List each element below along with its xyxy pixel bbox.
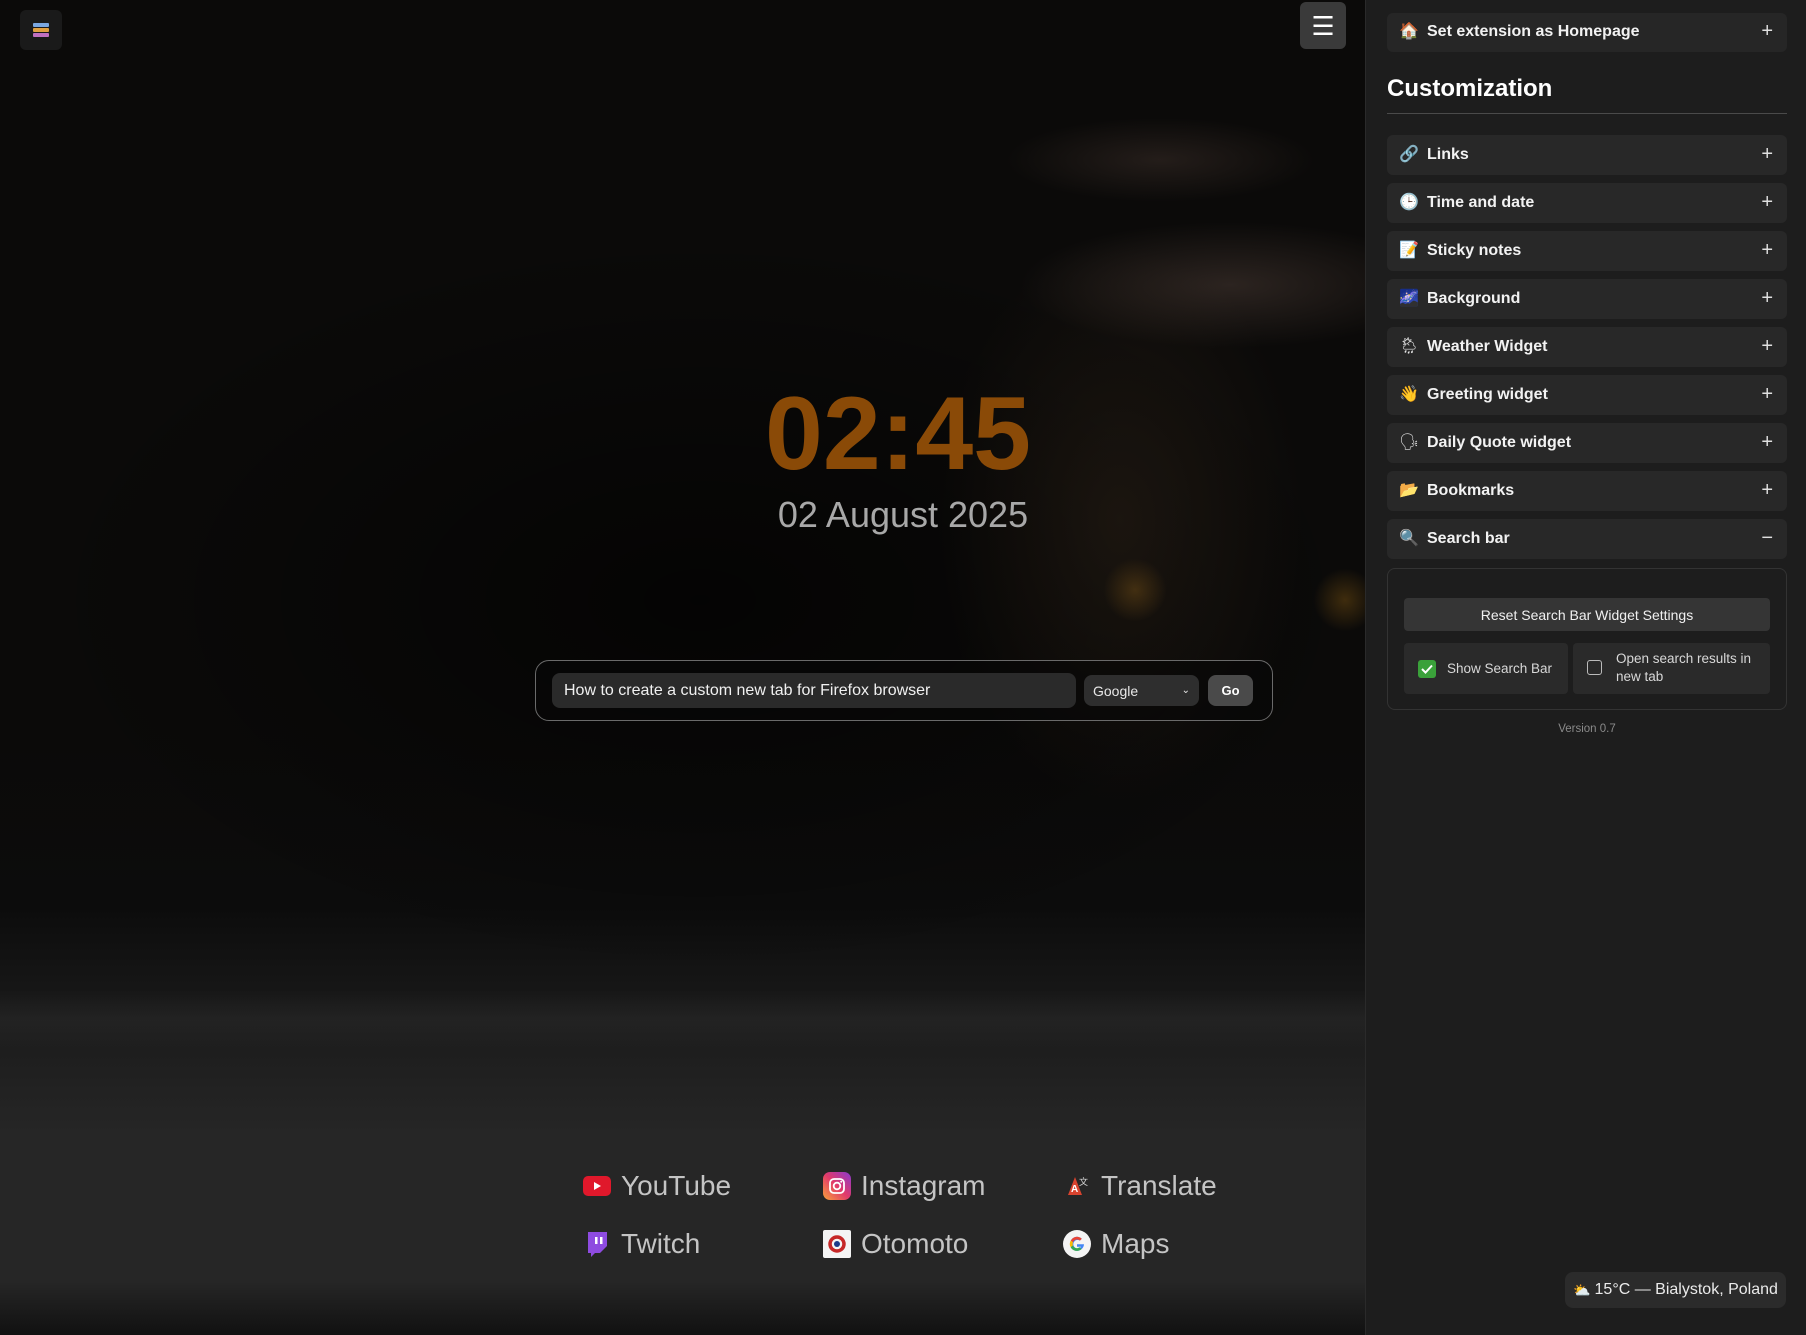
- hamburger-icon: ☰: [1311, 10, 1335, 41]
- youtube-icon: [583, 1176, 611, 1196]
- go-button[interactable]: Go: [1208, 675, 1253, 706]
- quick-links: YouTube Instagram A文 Translate Twitch Ot…: [583, 1168, 1323, 1262]
- link-label: Twitch: [621, 1228, 701, 1259]
- open-in-new-tab-label: Open search results in new tab: [1616, 651, 1752, 684]
- search-input[interactable]: [552, 673, 1076, 708]
- instagram-icon: [823, 1172, 851, 1200]
- search-engine-value: Google: [1093, 682, 1139, 699]
- search-bar-settings-panel: Reset Search Bar Widget Settings Show Se…: [1387, 568, 1787, 710]
- link-youtube[interactable]: YouTube: [583, 1168, 823, 1204]
- svg-text:A: A: [1071, 1184, 1078, 1195]
- show-search-bar-checkbox[interactable]: [1418, 660, 1436, 678]
- sidebar-title: Customization: [1387, 75, 1553, 102]
- cloud-rain-icon: 🌦: [1399, 338, 1420, 355]
- show-search-bar-option[interactable]: Show Search Bar: [1404, 643, 1568, 694]
- collapse-icon[interactable]: −: [1761, 527, 1773, 549]
- section-label: Weather Widget: [1427, 338, 1548, 355]
- link-icon: 🔗: [1399, 146, 1419, 163]
- section-bookmarks[interactable]: 📂 Bookmarks +: [1387, 471, 1787, 511]
- version-label: Version 0.7: [1558, 723, 1616, 735]
- weather-widget[interactable]: ⛅ 15°C — Bialystok, Poland: [1565, 1272, 1786, 1308]
- expand-icon[interactable]: +: [1761, 479, 1773, 501]
- memo-icon: 📝: [1399, 242, 1419, 259]
- section-time-and-date[interactable]: 🕒 Time and date +: [1387, 183, 1787, 223]
- section-greeting-widget[interactable]: 👋 Greeting widget +: [1387, 375, 1787, 415]
- section-search-bar[interactable]: 🔍 Search bar −: [1387, 519, 1787, 559]
- search-widget: Google ⌄ Go: [535, 660, 1273, 721]
- expand-icon[interactable]: +: [1761, 143, 1773, 165]
- section-label: Bookmarks: [1427, 482, 1515, 499]
- section-label: Time and date: [1427, 194, 1535, 211]
- maps-icon: [1063, 1230, 1091, 1258]
- divider: [1387, 113, 1787, 114]
- stack-icon: [33, 23, 49, 37]
- link-label: Translate: [1101, 1170, 1217, 1201]
- chevron-down-icon: ⌄: [1181, 685, 1190, 696]
- checkmark-icon: [1421, 664, 1433, 674]
- section-daily-quote-widget[interactable]: 🗣 Daily Quote widget +: [1387, 423, 1787, 463]
- reset-search-bar-button[interactable]: Reset Search Bar Widget Settings: [1404, 598, 1770, 631]
- link-label: Instagram: [861, 1170, 986, 1201]
- section-label: Greeting widget: [1427, 386, 1548, 403]
- section-weather-widget[interactable]: 🌦 Weather Widget +: [1387, 327, 1787, 367]
- link-twitch[interactable]: Twitch: [583, 1226, 823, 1262]
- link-maps[interactable]: Maps: [1063, 1226, 1303, 1262]
- link-label: Otomoto: [861, 1228, 969, 1259]
- section-links[interactable]: 🔗 Links +: [1387, 135, 1787, 175]
- section-background[interactable]: 🌌 Background +: [1387, 279, 1787, 319]
- translate-icon: A文: [1063, 1172, 1091, 1200]
- section-label: Background: [1427, 290, 1521, 307]
- hamburger-menu-button[interactable]: ☰: [1300, 2, 1346, 49]
- expand-icon[interactable]: +: [1761, 431, 1773, 453]
- waving-hand-icon: 👋: [1399, 386, 1419, 403]
- clock-icon: 🕒: [1399, 194, 1419, 211]
- section-label: Daily Quote widget: [1427, 434, 1572, 451]
- customization-sidebar: 🏠 Set extension as Homepage + Customizat…: [1365, 0, 1806, 1335]
- section-label: Search bar: [1427, 530, 1510, 547]
- link-label: Maps: [1101, 1228, 1170, 1259]
- set-homepage-label: Set extension as Homepage: [1427, 23, 1640, 40]
- search-engine-select[interactable]: Google ⌄: [1084, 675, 1199, 706]
- expand-icon[interactable]: +: [1761, 20, 1773, 42]
- section-label: Links: [1427, 146, 1469, 163]
- open-in-new-tab-option[interactable]: Open search results in new tab: [1573, 643, 1770, 694]
- expand-icon[interactable]: +: [1761, 383, 1773, 405]
- section-sticky-notes[interactable]: 📝 Sticky notes +: [1387, 231, 1787, 271]
- expand-icon[interactable]: +: [1761, 335, 1773, 357]
- clock-date: 02 August 2025: [777, 494, 1029, 535]
- expand-icon[interactable]: +: [1761, 191, 1773, 213]
- link-instagram[interactable]: Instagram: [823, 1168, 1063, 1204]
- sun-cloud-icon: ⛅: [1573, 1281, 1591, 1298]
- magnifier-icon: 🔍: [1399, 530, 1419, 547]
- speaking-head-icon: 🗣: [1399, 434, 1420, 451]
- clock-time: 02:45: [765, 376, 1031, 492]
- svg-text:文: 文: [1079, 1176, 1088, 1187]
- show-search-bar-label: Show Search Bar: [1447, 661, 1553, 676]
- quick-menu-button[interactable]: [20, 10, 62, 50]
- image-icon: 🌌: [1399, 290, 1419, 307]
- expand-icon[interactable]: +: [1761, 239, 1773, 261]
- link-label: YouTube: [621, 1170, 732, 1201]
- open-in-new-tab-checkbox[interactable]: [1587, 660, 1602, 675]
- section-label: Sticky notes: [1427, 242, 1522, 259]
- weather-text: 15°C — Bialystok, Poland: [1594, 1281, 1778, 1298]
- expand-icon[interactable]: +: [1761, 287, 1773, 309]
- link-otomoto[interactable]: Otomoto: [823, 1226, 1063, 1262]
- folder-icon: 📂: [1399, 482, 1419, 499]
- twitch-icon: [583, 1230, 611, 1258]
- otomoto-icon: [823, 1230, 851, 1258]
- link-translate[interactable]: A文 Translate: [1063, 1168, 1303, 1204]
- set-homepage-row[interactable]: 🏠 Set extension as Homepage +: [1387, 13, 1787, 52]
- house-icon: 🏠: [1399, 23, 1419, 40]
